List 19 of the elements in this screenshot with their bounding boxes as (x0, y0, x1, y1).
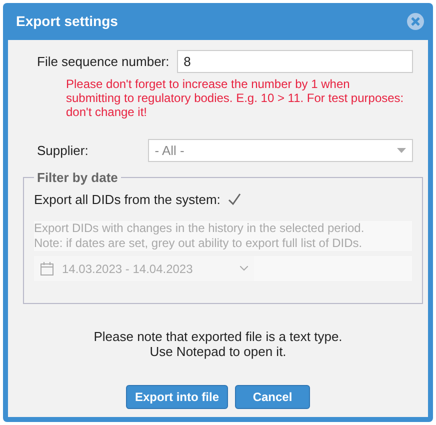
checkbox-label: Export all DIDs from the system: (34, 190, 220, 209)
supplier-dropdown[interactable]: - All - (148, 139, 413, 162)
note-line: Note: if dates are set, grey out ability to export full list of DIDs. (34, 236, 364, 251)
field-label: Supplier: (37, 142, 90, 160)
export-all-checkbox[interactable] (228, 192, 242, 206)
cancel-button[interactable]: Cancel (235, 385, 310, 409)
caret-icon (397, 148, 406, 153)
sequence-number-field[interactable]: 8 (176, 50, 413, 73)
info-text: Use Notepad to open it. (150, 344, 286, 359)
note-line: Export DIDs with changes in the history in the selected period. (34, 221, 366, 236)
field-label: File sequence number: (37, 52, 170, 71)
warning-text: Please don't forget to increase the number by 1 when submitting to regulatory bodies. E.g. 10 > 11. For test purposes: don't change it! (66, 77, 405, 119)
export-button[interactable]: Export into file (126, 385, 228, 409)
info-text: Please note that exported file is a text type. (94, 329, 342, 344)
calendar-icon (40, 262, 54, 276)
window-title: Export settings (16, 12, 118, 31)
group-legend: Filter by date (34, 168, 121, 188)
date-range-value: 14.03.2023 - 14.04.2023 (62, 260, 194, 278)
chevron-icon (240, 266, 248, 271)
